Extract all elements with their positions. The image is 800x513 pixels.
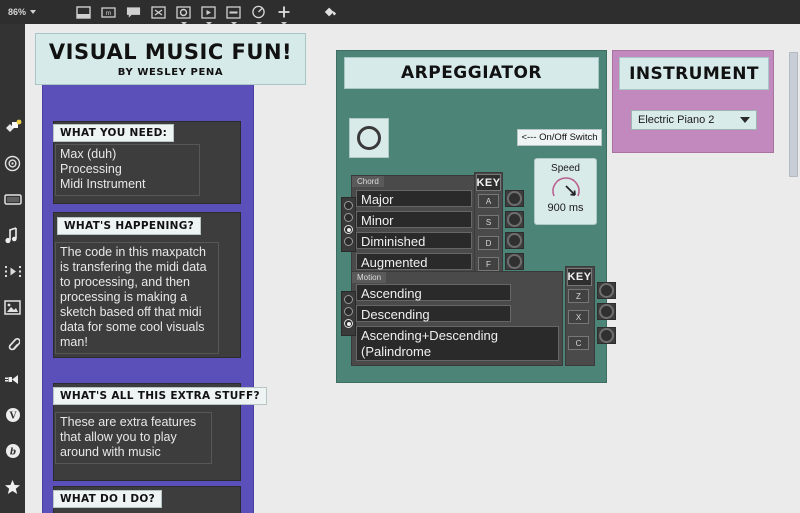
sidebar-item-vizzie[interactable]: V	[4, 406, 22, 424]
chord-radio-0[interactable]	[344, 201, 353, 210]
chord-key-d[interactable]: D	[478, 236, 499, 250]
motion-knob-0[interactable]	[597, 282, 616, 299]
chord-knob-0[interactable]	[505, 190, 524, 207]
sidebar-item-target[interactable]	[4, 154, 22, 172]
sidebar-item-rectangle[interactable]	[3, 190, 22, 208]
heading-extra-stuff: WHAT'S ALL THIS EXTRA STUFF?	[53, 387, 267, 405]
zoom-control[interactable]: 86%	[8, 7, 37, 17]
sidebar-item-beap[interactable]: b	[4, 442, 22, 460]
speed-knob[interactable]: Speed 900 ms	[534, 158, 597, 225]
window-icon[interactable]	[76, 5, 91, 20]
circle-box-icon[interactable]	[176, 5, 191, 25]
sidebar-item-attachment[interactable]	[4, 334, 22, 352]
sidebar-item-favorites[interactable]	[4, 478, 22, 496]
page-subtitle: BY WESLEY PENA	[117, 67, 224, 78]
chevron-down-icon	[740, 117, 750, 123]
svg-text:b: b	[9, 448, 15, 458]
toggle-circle-icon	[357, 126, 381, 150]
body-extra-stuff[interactable]: These are extra features that allow you …	[55, 412, 212, 464]
chord-key-f[interactable]: F	[478, 257, 499, 271]
svg-text:m: m	[106, 10, 112, 17]
sidebar-item-audio[interactable]	[4, 226, 22, 244]
page-title: VISUAL MUSIC FUN!	[48, 40, 293, 64]
body-what-you-need[interactable]: Max (duh) Processing Midi Instrument	[55, 144, 200, 196]
heading-what-do-i-do: WHAT DO I DO?	[53, 490, 162, 508]
heading-whats-happening: WHAT'S HAPPENING?	[57, 217, 202, 235]
body-whats-happening[interactable]: The code in this maxpatch is transfering…	[55, 242, 219, 354]
speed-label: Speed	[551, 163, 580, 174]
arpeggiator-title: ARPEGGIATOR	[344, 57, 599, 89]
sidebar-item-objects[interactable]	[4, 118, 22, 136]
close-box-icon[interactable]	[151, 5, 166, 20]
motion-key-x[interactable]: X	[568, 310, 589, 324]
patch-title-card: VISUAL MUSIC FUN! BY WESLEY PENA	[35, 33, 306, 85]
sidebar-item-clips[interactable]	[4, 262, 22, 280]
comment-icon[interactable]	[126, 5, 141, 20]
motion-option-ascending[interactable]: Ascending	[356, 284, 511, 301]
chord-radio-3[interactable]	[344, 237, 353, 246]
patcher-canvas[interactable]: VISUAL MUSIC FUN! BY WESLEY PENA WHAT YO…	[25, 24, 800, 513]
message-box-icon[interactable]: m	[101, 5, 116, 20]
chord-knob-1[interactable]	[505, 211, 524, 228]
vertical-scrollbar[interactable]	[789, 52, 798, 177]
motion-option-palindrome[interactable]: Ascending+Descending (Palindrome	[356, 326, 559, 361]
motion-knob-1[interactable]	[597, 303, 616, 320]
chord-radio-2[interactable]	[344, 225, 353, 234]
chevron-down-icon	[30, 10, 37, 14]
zoom-level-label: 86%	[8, 7, 27, 17]
motion-radio-2[interactable]	[344, 319, 353, 328]
onoff-annotation: <--- On/Off Switch	[517, 129, 602, 146]
chord-radio-1[interactable]	[344, 213, 353, 222]
motion-radio-column[interactable]	[341, 291, 356, 336]
arpeggiator-panel: ARPEGGIATOR <--- On/Off Switch Speed 900…	[336, 50, 607, 383]
instrument-panel: INSTRUMENT Electric Piano 2	[612, 50, 774, 153]
speed-value: 900 ms	[547, 202, 584, 214]
instrument-selected-value: Electric Piano 2	[638, 114, 715, 126]
help-icon[interactable]	[251, 5, 266, 25]
chord-key-header: KEY	[476, 174, 501, 191]
instrument-dropdown[interactable]: Electric Piano 2	[631, 110, 757, 130]
left-sidebar: V b	[0, 24, 25, 513]
speed-dial-icon	[548, 175, 584, 201]
onoff-toggle[interactable]	[349, 118, 389, 158]
max-patcher-window: 86% m V b VISUAL MUSIC FUN! BY WESLEY PE…	[0, 0, 800, 513]
motion-key-z[interactable]: Z	[568, 289, 589, 303]
add-icon[interactable]	[276, 5, 291, 25]
chord-key-a[interactable]: A	[478, 194, 499, 208]
chord-knob-3[interactable]	[505, 253, 524, 270]
chord-option-major[interactable]: Major	[356, 190, 472, 207]
chord-radio-column[interactable]	[341, 197, 356, 252]
chord-knob-2[interactable]	[505, 232, 524, 249]
sidebar-item-image[interactable]	[4, 298, 22, 316]
svg-text:V: V	[8, 412, 17, 422]
sidebar-item-plug[interactable]	[4, 370, 22, 388]
paint-bucket-icon[interactable]	[323, 5, 338, 20]
instrument-title: INSTRUMENT	[619, 57, 769, 90]
top-toolbar: 86% m	[0, 0, 800, 25]
motion-radio-1[interactable]	[344, 307, 353, 316]
motion-option-descending[interactable]: Descending	[356, 305, 511, 322]
motion-key-header: KEY	[567, 268, 592, 286]
motion-key-c[interactable]: C	[568, 336, 589, 350]
chord-group-label: Chord	[352, 176, 384, 187]
heading-what-you-need: WHAT YOU NEED:	[53, 124, 175, 142]
motion-knob-2[interactable]	[597, 327, 616, 344]
chord-option-diminished[interactable]: Diminished	[356, 232, 472, 249]
chord-option-minor[interactable]: Minor	[356, 211, 472, 228]
play-box-icon[interactable]	[201, 5, 216, 25]
motion-group-label: Motion	[352, 272, 387, 283]
panel-box-icon[interactable]	[226, 5, 241, 25]
chord-key-s[interactable]: S	[478, 215, 499, 229]
toolbar-icon-group: m	[76, 5, 338, 25]
chord-option-augmented[interactable]: Augmented	[356, 253, 472, 270]
motion-radio-0[interactable]	[344, 295, 353, 304]
